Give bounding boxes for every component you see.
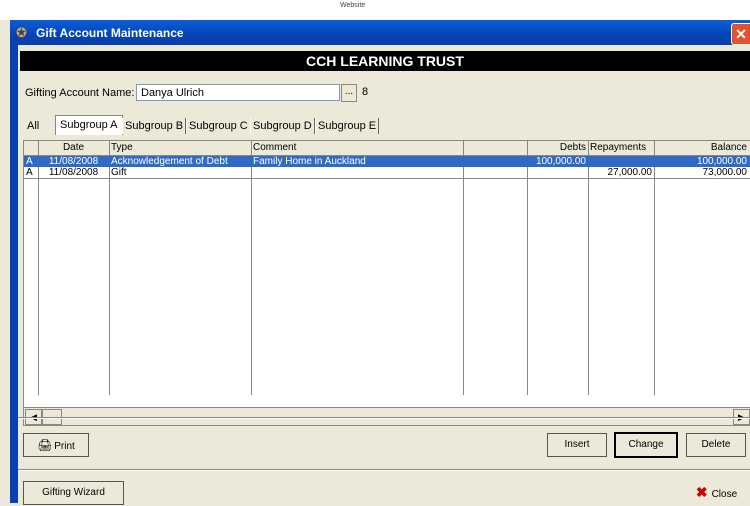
account-name-input[interactable] (136, 84, 340, 101)
background-toolbar: Website (0, 0, 750, 20)
row-balance: 73,000.00 (702, 167, 748, 178)
grid-col-divider (24, 141, 39, 395)
background-toolbar-item: Website (340, 2, 366, 9)
grid-col-divider (527, 141, 589, 395)
divider (18, 417, 750, 419)
tab-subgroup-d[interactable]: Subgroup D (250, 118, 315, 134)
account-number: 8 (362, 86, 369, 98)
account-name-label: Gifting Account Name: (25, 87, 135, 99)
column-header-type[interactable]: Type (109, 141, 251, 155)
column-header-comment[interactable]: Comment (251, 141, 463, 155)
print-button[interactable]: 🖨 Print (23, 433, 89, 457)
grid-col-divider (251, 141, 464, 395)
printer-icon: 🖨 (37, 438, 53, 452)
column-header-debts[interactable]: Debts (527, 141, 588, 155)
row-date: 11/08/2008 (48, 156, 99, 167)
row-repayments: 27,000.00 (607, 167, 653, 178)
row-flag: A (26, 167, 33, 178)
delete-button[interactable]: Delete (686, 433, 746, 457)
grid-col-divider (109, 141, 252, 395)
change-button[interactable]: Change (614, 432, 678, 458)
row-type: Gift (111, 167, 127, 178)
row-date: 11/08/2008 (48, 167, 99, 178)
close-label: Close (711, 489, 738, 500)
tab-subgroup-b[interactable]: Subgroup B (122, 118, 187, 134)
grid-col-divider (38, 141, 110, 395)
title-bar[interactable]: ✪ Gift Account Maintenance ✕ (10, 20, 750, 45)
print-label: Print (54, 441, 75, 452)
horizontal-scrollbar[interactable]: ◀ ▶ (24, 407, 750, 425)
transactions-grid[interactable]: Date Type Comment Debts Repayments Balan… (23, 140, 750, 426)
window-close-icon[interactable]: ✕ (731, 23, 750, 45)
table-row[interactable]: A 11/08/2008 Gift 27,000.00 73,000.00 (24, 167, 750, 179)
tab-subgroup-a[interactable]: Subgroup A (55, 115, 123, 135)
row-comment: Family Home in Auckland (253, 156, 366, 167)
table-row[interactable]: A 11/08/2008 Acknowledgement of Debt Fam… (24, 156, 750, 167)
row-flag: A (26, 156, 33, 167)
window-frame (10, 45, 18, 503)
close-button[interactable]: ✖ Close (685, 481, 748, 505)
insert-button[interactable]: Insert (547, 433, 607, 457)
account-browse-button[interactable]: ... (341, 84, 357, 102)
tab-subgroup-c[interactable]: Subgroup C (186, 118, 251, 134)
column-header-repayments[interactable]: Repayments (588, 141, 654, 155)
row-debts: 100,000.00 (535, 156, 586, 167)
app-icon: ✪ (16, 25, 27, 40)
grid-col-divider (463, 141, 528, 395)
close-icon: ✖ (695, 484, 708, 500)
row-type: Acknowledgement of Debt (111, 156, 228, 167)
window-title: Gift Account Maintenance (36, 26, 184, 40)
column-header-balance[interactable]: Balance (654, 141, 749, 155)
grid-col-divider (588, 141, 655, 395)
tab-subgroup-e[interactable]: Subgroup E (315, 118, 380, 134)
column-header-date[interactable]: Date (38, 141, 109, 155)
company-banner: CCH LEARNING TRUST (20, 51, 750, 71)
divider (18, 469, 750, 471)
gifting-wizard-button[interactable]: Gifting Wizard (23, 481, 124, 505)
tab-all[interactable]: All (27, 118, 39, 134)
gift-account-window: ✪ Gift Account Maintenance ✕ CCH LEARNIN… (10, 20, 750, 505)
row-balance: 100,000.00 (696, 156, 747, 167)
